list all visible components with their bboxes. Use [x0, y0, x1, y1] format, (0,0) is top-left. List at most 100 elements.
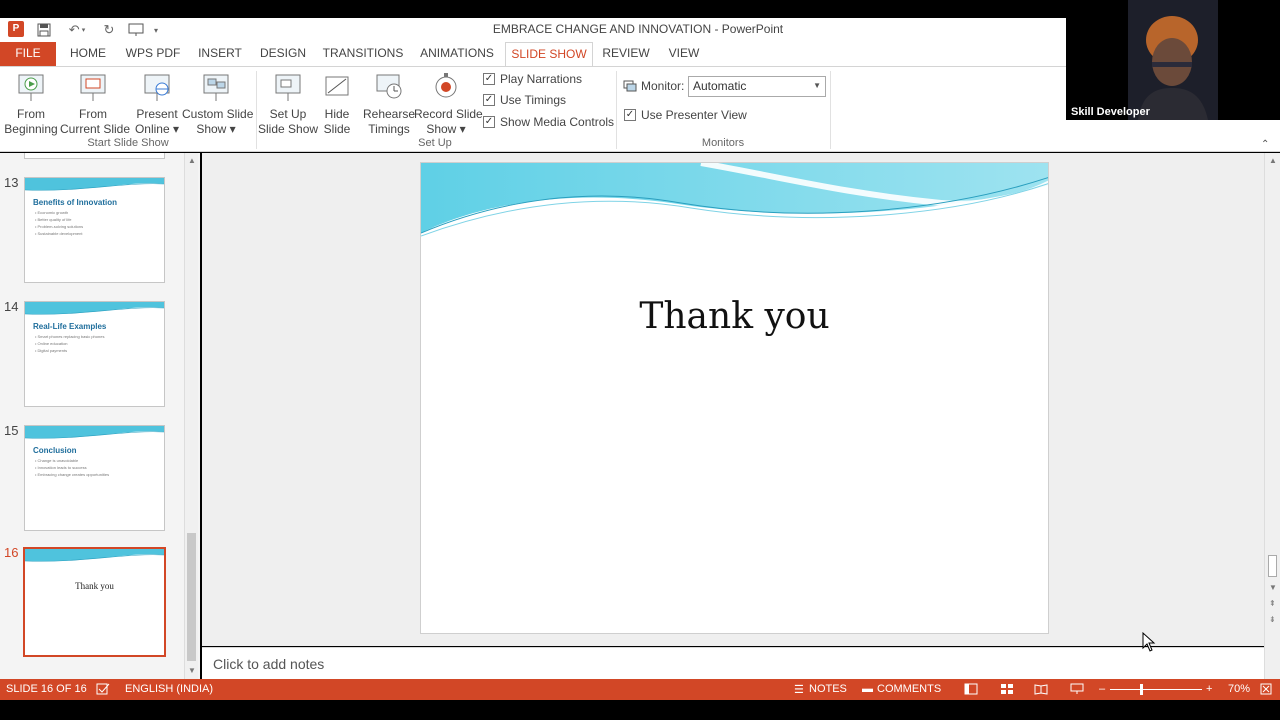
tab-transitions[interactable]: TRANSITIONS: [320, 42, 406, 66]
rehearse-timings-button[interactable]: Rehearse Timings: [362, 71, 416, 137]
thumbnail-bullet: • Digital payments: [35, 348, 68, 353]
start-slide-show-group-label: Start Slide Show: [87, 137, 169, 149]
slide-wave-decoration: [25, 426, 164, 439]
scroll-down-icon[interactable]: ▼: [188, 666, 196, 675]
slide-wave-decoration: [25, 549, 164, 562]
show-media-controls-label: Show Media Controls: [500, 115, 615, 129]
zoom-slider-thumb[interactable]: [1140, 684, 1143, 695]
zoom-level[interactable]: 70%: [1228, 683, 1250, 695]
slide-thumbnail-15[interactable]: Conclusion • Change is unavoidable • Inn…: [24, 425, 165, 531]
from-beginning-button[interactable]: From Beginning: [4, 71, 58, 137]
scroll-up-icon[interactable]: ▲: [188, 156, 196, 165]
from-beginning-label: From Beginning: [4, 107, 58, 136]
thumbnail-title: Thank you: [75, 581, 114, 591]
scrollbar-thumb[interactable]: [187, 533, 196, 661]
language-indicator[interactable]: ENGLISH (INDIA): [125, 683, 213, 695]
record-slide-show-button[interactable]: Record Slide Show ▾: [414, 71, 483, 137]
current-slide[interactable]: Thank you: [420, 162, 1049, 634]
tab-design[interactable]: DESIGN: [256, 42, 310, 66]
record-label: Record Slide Show ▾: [414, 107, 483, 136]
use-presenter-view-checkbox[interactable]: ✓ Use Presenter View: [624, 108, 747, 122]
present-online-button[interactable]: Present Online ▾: [134, 71, 180, 137]
tab-slide-show[interactable]: SLIDE SHOW: [505, 42, 593, 67]
slide-thumbnail-16[interactable]: Thank you: [23, 547, 166, 657]
webcam-overlay: Skill Developer: [1066, 0, 1280, 120]
previous-slide-icon[interactable]: ⇞: [1269, 599, 1276, 608]
play-narrations-checkbox[interactable]: ✓ Play Narrations: [483, 72, 582, 86]
tab-file[interactable]: FILE: [0, 42, 56, 66]
slide-editing-area: Thank you: [202, 153, 1264, 646]
normal-view-icon[interactable]: [964, 683, 978, 698]
checkmark-icon: ✓: [624, 109, 636, 121]
notes-toggle-button[interactable]: NOTES: [809, 683, 847, 695]
play-from-start-icon: [16, 71, 46, 103]
next-slide-icon[interactable]: ⇟: [1269, 615, 1276, 624]
slide-thumbnails-panel: 13 Benefits of Innovation • Economic gro…: [0, 153, 200, 679]
tab-insert[interactable]: INSERT: [192, 42, 248, 66]
show-media-controls-checkbox[interactable]: ✓ Show Media Controls: [483, 115, 614, 129]
tab-wps-pdf[interactable]: WPS PDF: [122, 42, 184, 66]
thumbnails-scrollbar[interactable]: ▲ ▼: [184, 153, 198, 679]
reading-view-icon[interactable]: [1034, 683, 1048, 698]
tab-view[interactable]: VIEW: [662, 42, 706, 66]
slide-number: 15: [4, 423, 19, 438]
checkmark-icon: ✓: [483, 73, 495, 85]
tab-animations[interactable]: ANIMATIONS: [416, 42, 498, 66]
monitor-dropdown[interactable]: Automatic ▼: [688, 76, 826, 97]
present-online-label: Present Online ▾: [134, 107, 180, 136]
record-icon: [431, 71, 461, 103]
zoom-out-icon[interactable]: –: [1099, 683, 1105, 695]
slide-wave-decoration: [25, 178, 164, 191]
comments-toggle-button[interactable]: COMMENTS: [877, 683, 941, 695]
play-narrations-label: Play Narrations: [500, 72, 583, 86]
slide-counter: SLIDE 16 OF 16: [6, 683, 87, 695]
editor-scrollbar[interactable]: ▲ ▼ ⇞ ⇟: [1264, 153, 1280, 679]
slide-number: 13: [4, 175, 19, 190]
zoom-in-icon[interactable]: +: [1206, 683, 1212, 695]
zoom-slider-track[interactable]: [1110, 689, 1202, 690]
scroll-up-icon[interactable]: ▲: [1269, 156, 1277, 165]
ribbon-separator: [616, 71, 617, 149]
ribbon-separator: [830, 71, 831, 149]
slide-wave-decoration: [25, 302, 164, 315]
previous-slide-thumbnail-edge[interactable]: [24, 153, 165, 159]
hide-slide-label: Hide Slide: [323, 107, 351, 136]
slide-title[interactable]: Thank you: [421, 296, 1048, 337]
tab-review[interactable]: REVIEW: [600, 42, 652, 66]
use-timings-checkbox[interactable]: ✓ Use Timings: [483, 93, 566, 107]
collapse-ribbon-icon[interactable]: ⌃: [1261, 139, 1269, 150]
mouse-cursor-icon: [1142, 631, 1156, 655]
status-bar: SLIDE 16 OF 16 ENGLISH (INDIA) ☰ NOTES ▬…: [0, 679, 1280, 700]
window-title: EMBRACE CHANGE AND INNOVATION - PowerPoi…: [492, 22, 784, 36]
presenter-view-label: Use Presenter View: [641, 108, 747, 122]
checkmark-icon: ✓: [483, 116, 495, 128]
thumbnail-bullet: • Problem-solving solutions: [35, 224, 84, 229]
comments-icon[interactable]: ▬: [862, 683, 873, 695]
custom-slide-show-button[interactable]: Custom Slide Show ▾: [182, 71, 253, 137]
thumbnail-bullet: • Change is unavoidable: [35, 458, 79, 463]
from-current-slide-button[interactable]: From Current Slide: [60, 71, 130, 137]
participant-name: Skill Developer: [1071, 106, 1150, 118]
scroll-down-icon[interactable]: ▼: [1269, 583, 1277, 592]
slide-show-view-icon[interactable]: [1070, 683, 1084, 698]
use-timings-label: Use Timings: [500, 93, 567, 107]
monitors-group-label: Monitors: [701, 137, 745, 149]
hide-slide-button[interactable]: Hide Slide: [320, 71, 354, 137]
thumbnail-bullet: • Better quality of life: [35, 217, 72, 222]
thumbnail-bullet: • Innovation leads to success: [35, 465, 87, 470]
checkmark-icon: ✓: [483, 94, 495, 106]
set-up-slide-show-button[interactable]: Set Up Slide Show: [258, 71, 318, 137]
fit-to-window-icon[interactable]: [1260, 683, 1272, 698]
slide-sorter-view-icon[interactable]: [1000, 683, 1014, 698]
thumbnail-title: Conclusion: [33, 446, 77, 455]
play-from-current-icon: [78, 71, 108, 103]
slide-thumbnail-13[interactable]: Benefits of Innovation • Economic growth…: [24, 177, 165, 283]
ribbon-separator: [256, 71, 257, 149]
spell-check-icon[interactable]: [96, 683, 110, 698]
notes-toggle-icon[interactable]: ☰: [794, 683, 804, 696]
tab-home[interactable]: HOME: [62, 42, 114, 66]
scrollbar-thumb[interactable]: [1268, 555, 1277, 577]
app-window: P ↶ ▾ ↻ ▾ EMBRACE CHANGE AND INNOVATION -…: [0, 0, 1280, 720]
slide-thumbnail-14[interactable]: Real-Life Examples • Smart phones replac…: [24, 301, 165, 407]
screen-top-band: [0, 0, 1066, 18]
